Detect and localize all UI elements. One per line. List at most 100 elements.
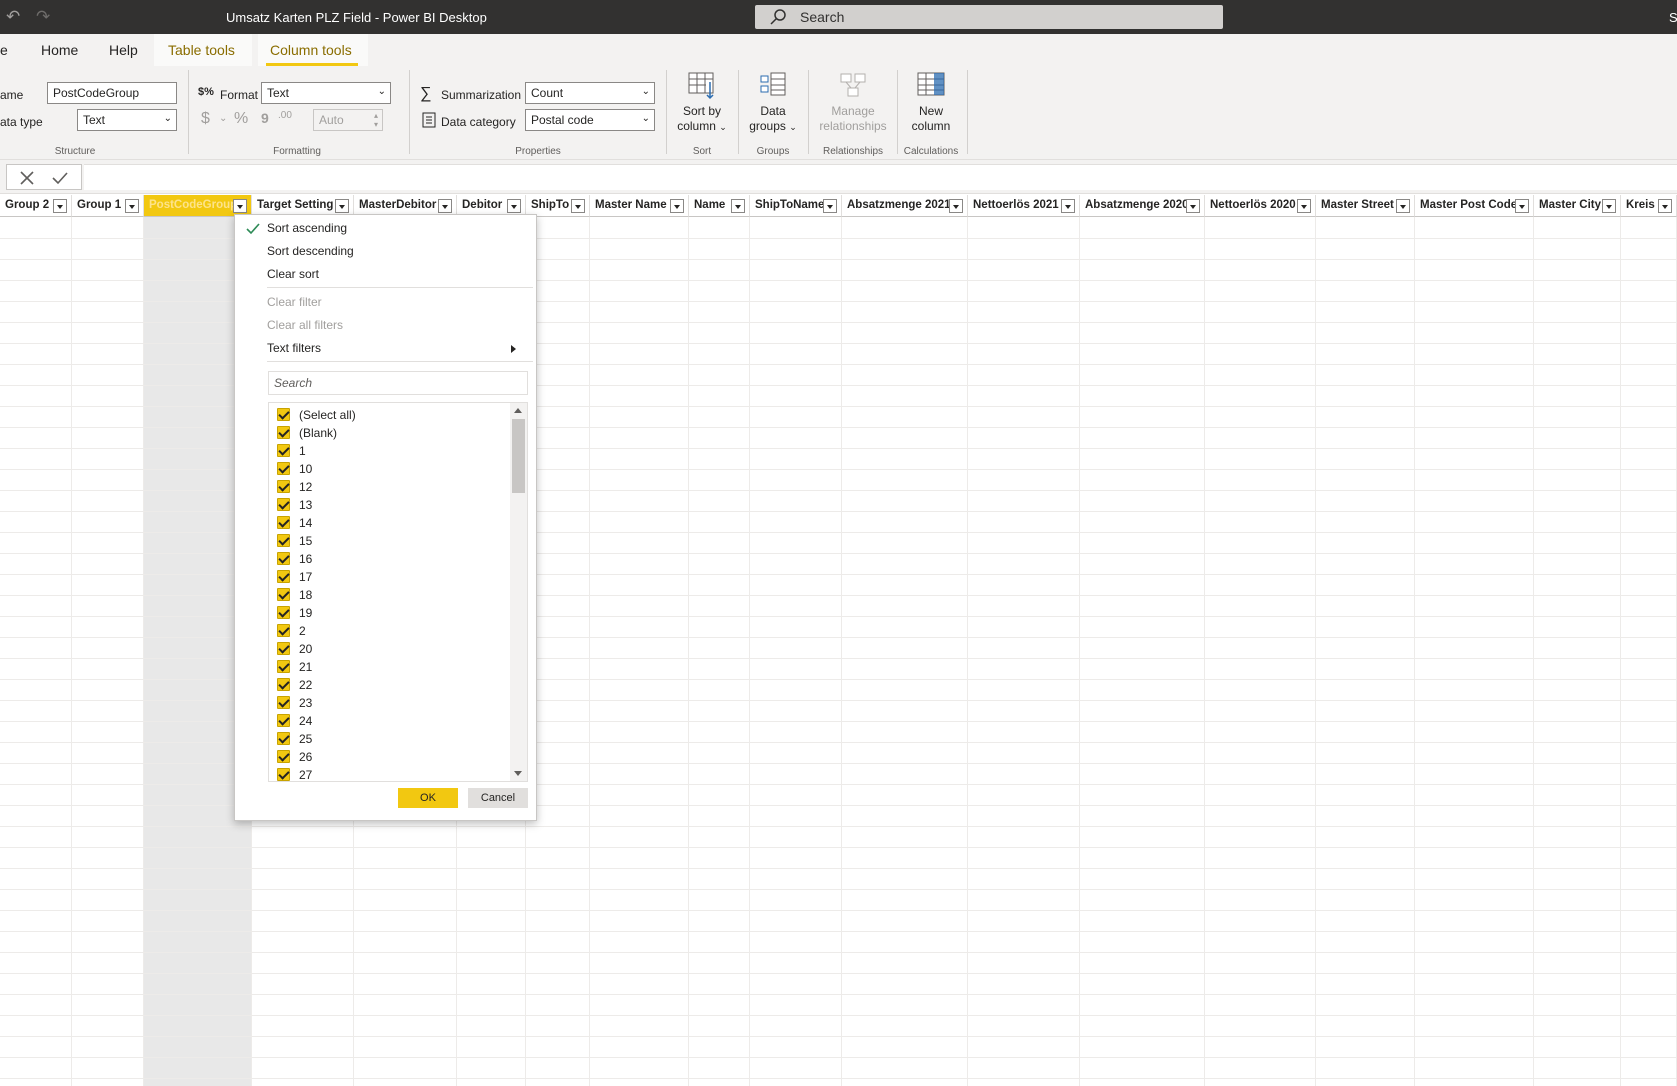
column-header-group-1[interactable]: Group 1 [72,195,144,217]
sort-ascending-item[interactable]: Sort ascending [267,221,347,235]
checkbox[interactable] [277,444,290,457]
sort-filter-active-icon[interactable] [233,199,247,213]
checkbox[interactable] [277,516,290,529]
percent-icon[interactable]: % [234,110,248,128]
undo-icon[interactable]: ↶ [6,8,24,26]
column-cells[interactable] [1621,217,1677,1086]
column-header-master-name[interactable]: Master Name [590,195,689,217]
column-cells[interactable] [72,217,144,1086]
clear-all-filters-item[interactable]: Clear all filters [267,318,343,332]
commit-formula-icon[interactable] [51,170,69,186]
search-box[interactable]: Search [755,5,1223,29]
sort-descending-item[interactable]: Sort descending [267,244,354,258]
filter-dropdown-icon[interactable] [507,199,521,213]
format-select[interactable]: Text ⌄ [261,82,391,104]
column-header-shiptoname[interactable]: ShipToName [750,195,842,217]
checkbox[interactable] [277,660,290,673]
currency-icon[interactable]: $ [201,110,210,128]
filter-dropdown-icon[interactable] [1297,199,1311,213]
filter-dropdown-icon[interactable] [571,199,585,213]
column-header-name[interactable]: Name [689,195,750,217]
filter-search-input[interactable]: Search [268,371,528,395]
name-field[interactable]: PostCodeGroup [47,82,177,104]
column-cells[interactable] [0,217,72,1086]
scroll-down-icon[interactable] [514,771,522,776]
checkbox[interactable] [277,408,290,421]
formula-input[interactable] [84,164,1677,190]
clear-filter-item[interactable]: Clear filter [267,295,322,309]
checkbox[interactable] [277,768,290,781]
column-header-absatzmenge-2020[interactable]: Absatzmenge 2020 [1080,195,1205,217]
checkbox[interactable] [277,696,290,709]
column-header-master-post-code[interactable]: Master Post Code [1415,195,1534,217]
column-header-group-2[interactable]: Group 2 [0,195,72,217]
checkbox[interactable] [277,498,290,511]
checkbox[interactable] [277,606,290,619]
cancel-button[interactable]: Cancel [468,788,528,808]
filter-dropdown-icon[interactable] [949,199,963,213]
scrollbar-thumb[interactable] [512,419,525,493]
column-header-master-city[interactable]: Master City [1534,195,1621,217]
checkbox[interactable] [277,678,290,691]
column-cells[interactable] [968,217,1080,1086]
filter-dropdown-icon[interactable] [823,199,837,213]
tab-help[interactable]: Help [109,42,138,58]
decimal-places-stepper[interactable]: Auto ▴ ▾ [313,109,383,131]
stepper-arrows-icon[interactable]: ▴ ▾ [374,111,378,129]
filter-dropdown-icon[interactable] [731,199,745,213]
checkbox[interactable] [277,534,290,547]
filter-dropdown-icon[interactable] [670,199,684,213]
column-cells[interactable] [689,217,750,1086]
checkbox[interactable] [277,642,290,655]
text-filters-item[interactable]: Text filters [267,341,321,355]
column-cells[interactable] [1205,217,1316,1086]
column-cells[interactable] [1080,217,1205,1086]
comma-style-icon[interactable]: 9 [261,110,269,126]
filter-dropdown-icon[interactable] [1658,199,1672,213]
filter-dropdown-icon[interactable] [1061,199,1075,213]
column-cells[interactable] [590,217,689,1086]
cancel-formula-icon[interactable] [19,170,35,186]
list-scrollbar[interactable] [510,403,527,781]
column-header-nettoerloes-2020[interactable]: Nettoerlös 2020 [1205,195,1316,217]
checkbox[interactable] [277,480,290,493]
checkbox[interactable] [277,732,290,745]
filter-dropdown-icon[interactable] [335,199,349,213]
checkbox[interactable] [277,588,290,601]
checkbox[interactable] [277,750,290,763]
column-header-kreis[interactable]: Kreis [1621,195,1677,217]
filter-dropdown-icon[interactable] [1396,199,1410,213]
tab-column-tools[interactable]: Column tools [270,42,352,58]
column-header-absatzmenge-2021[interactable]: Absatzmenge 2021 [842,195,968,217]
checkbox[interactable] [277,552,290,565]
scroll-up-icon[interactable] [514,408,522,413]
checkbox[interactable] [277,624,290,637]
datacategory-select[interactable]: Postal code ⌄ [525,109,655,131]
data-groups-button[interactable]: Data groups ⌄ [744,70,802,135]
checkbox[interactable] [277,714,290,727]
checkbox[interactable] [277,570,290,583]
checkbox[interactable] [277,462,290,475]
tab-table-tools[interactable]: Table tools [168,42,235,58]
column-header-master-street[interactable]: Master Street [1316,195,1415,217]
filter-dropdown-icon[interactable] [438,199,452,213]
decimals-icon[interactable]: .00 [278,110,292,121]
datatype-select[interactable]: Text ⌄ [77,109,177,131]
column-cells[interactable] [1534,217,1621,1086]
filter-dropdown-icon[interactable] [1602,199,1616,213]
filter-dropdown-icon[interactable] [1515,199,1529,213]
user-initial[interactable]: S [1669,10,1677,25]
manage-relationships-button[interactable]: Manage relationships [812,70,894,134]
column-header-nettoerloes-2021[interactable]: Nettoerlös 2021 [968,195,1080,217]
column-cells[interactable] [842,217,968,1086]
checkbox[interactable] [277,426,290,439]
filter-dropdown-icon[interactable] [53,199,67,213]
tab-file[interactable]: e [0,42,8,58]
column-cells[interactable] [1415,217,1534,1086]
ok-button[interactable]: OK [398,788,458,808]
tab-home[interactable]: Home [41,42,78,58]
redo-icon[interactable]: ↷ [36,8,54,26]
column-cells[interactable] [750,217,842,1086]
summarization-select[interactable]: Count ⌄ [525,82,655,104]
clear-sort-item[interactable]: Clear sort [267,267,319,281]
